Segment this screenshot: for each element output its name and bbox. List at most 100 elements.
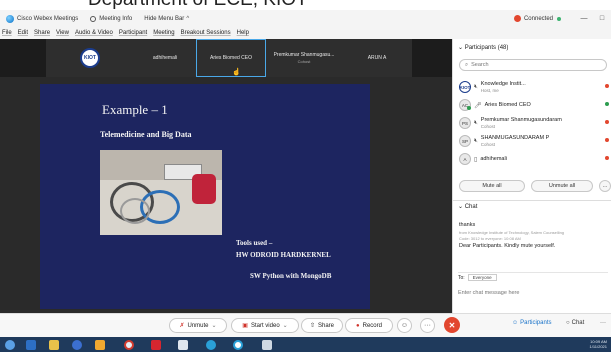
- smiley-icon: ☺: [400, 322, 409, 329]
- media-icon[interactable]: [72, 340, 82, 350]
- video-strip: KIOT adhihemali Aries Biomed CEO ☝ Premk…: [0, 39, 452, 77]
- hide-menu-bar-button[interactable]: Hide Menu Bar ^: [144, 16, 189, 22]
- paint-icon[interactable]: [262, 340, 272, 350]
- window-titlebar: Cisco Webex Meetings Meeting Info Hide M…: [0, 10, 611, 27]
- menu-bar: File Edit Share View Audio & Video Parti…: [0, 27, 611, 39]
- minimize-button[interactable]: —: [575, 15, 593, 22]
- chrome-icon[interactable]: [124, 340, 134, 350]
- unmute-all-button[interactable]: Unmute all: [531, 180, 593, 192]
- menu-help[interactable]: Help: [237, 30, 249, 36]
- participant-row[interactable]: KIOT 🔇︎ Knowledge Instit... Host, me: [459, 78, 609, 96]
- chevron-up-icon: ^: [186, 15, 190, 22]
- participant-name: adhihemali: [480, 156, 507, 162]
- search-icon: ⌕: [465, 61, 469, 68]
- presentation-slide: Example – 1 Telemedicine and Big Data To…: [40, 84, 370, 309]
- panel-more-button[interactable]: ···: [600, 320, 606, 326]
- participant-row[interactable]: PS 🔇︎ Premkumar Shanmugasundaram Cohost: [459, 114, 609, 132]
- participant-search[interactable]: ⌕: [459, 59, 607, 71]
- webex-logo-icon: [6, 14, 14, 23]
- mute-all-button[interactable]: Mute all: [459, 180, 525, 192]
- people-icon: ☺: [512, 320, 519, 326]
- connection-status[interactable]: Connected: [513, 15, 561, 22]
- microphone-icon[interactable]: 🎤︎: [474, 102, 482, 109]
- video-tile[interactable]: adhihemali: [134, 39, 196, 77]
- participant-row[interactable]: AC 🎤︎ Aries Biomed CEO: [459, 96, 609, 114]
- record-button[interactable]: ● Record: [345, 318, 393, 333]
- participants-header[interactable]: ⌄ Participants (48): [458, 44, 508, 51]
- ie-icon[interactable]: [26, 340, 36, 350]
- chat-panel-button[interactable]: ○ Chat: [566, 320, 584, 326]
- chat-bubble-icon: ○: [566, 320, 570, 326]
- connected-status-icon: [513, 15, 521, 22]
- avatar: A: [459, 153, 471, 165]
- record-icon: ●: [356, 322, 360, 329]
- more-button[interactable]: ···: [420, 318, 435, 333]
- phone-icon[interactable]: ▯: [474, 156, 477, 163]
- slide-tools-label: Tools used –: [236, 239, 273, 247]
- system-clock[interactable]: 10:09 AM 1/11/2021: [590, 339, 608, 349]
- menu-share[interactable]: Share: [34, 30, 50, 36]
- mute-status-icon: [605, 84, 609, 88]
- status-dot-icon: [557, 16, 561, 21]
- app-icon[interactable]: [95, 340, 105, 350]
- participants-panel-button[interactable]: ☺ Participants: [512, 320, 552, 326]
- menu-audio-video[interactable]: Audio & Video: [75, 30, 113, 36]
- video-tile-active[interactable]: Aries Biomed CEO ☝: [196, 39, 266, 77]
- folder-icon[interactable]: [49, 340, 59, 350]
- video-tile-host[interactable]: KIOT: [46, 39, 134, 77]
- to-label: To:: [458, 274, 465, 281]
- chevron-down-icon: ⌄: [282, 323, 288, 329]
- chat-input[interactable]: [458, 287, 608, 299]
- microphone-muted-icon[interactable]: 🔇︎: [474, 138, 478, 145]
- more-options-button[interactable]: …: [599, 180, 611, 192]
- chat-message: thanks: [459, 222, 476, 228]
- recipient-select[interactable]: Everyone: [467, 274, 497, 281]
- menu-edit[interactable]: Edit: [18, 30, 28, 36]
- participant-row[interactable]: A ▯ adhihemali: [459, 150, 609, 168]
- participant-name: Premkumar Shanmugasundaram Cohost: [480, 117, 562, 129]
- microphone-muted-icon[interactable]: 🔇︎: [474, 84, 478, 91]
- menu-breakout-sessions[interactable]: Breakout Sessions: [181, 30, 231, 36]
- video-tile[interactable]: Premkumar Shanmugasu... Cohost: [266, 39, 342, 77]
- windows-taskbar: 10:09 AM 1/11/2021: [0, 337, 611, 352]
- slide-subtitle: Telemedicine and Big Data: [100, 130, 192, 139]
- start-icon[interactable]: [5, 340, 15, 350]
- video-tile[interactable]: ARUN A: [342, 39, 412, 77]
- video-off-icon: ▣: [242, 323, 248, 329]
- chat-message-meta: Code: 3012 to everyone: 10:08 AM: [459, 236, 521, 241]
- reactions-button[interactable]: ☺: [397, 318, 412, 333]
- mute-status-icon: [605, 156, 609, 160]
- chat-message: Dear Participants. Kindly mute yourself.: [459, 243, 556, 249]
- microphone-muted-icon[interactable]: 🔇︎: [474, 120, 478, 127]
- mute-status-icon: [605, 102, 609, 106]
- menu-view[interactable]: View: [56, 30, 69, 36]
- mouse-cursor-icon: ☝: [232, 69, 241, 76]
- meeting-info-button[interactable]: Meeting Info: [90, 15, 132, 22]
- restore-button[interactable]: □: [593, 15, 611, 22]
- microphone-muted-icon: ✗: [179, 323, 185, 329]
- chat-message-meta: from Knowledge Institute of Technology, …: [459, 230, 565, 235]
- menu-file[interactable]: File: [2, 30, 12, 36]
- avatar: PS: [459, 117, 471, 129]
- start-video-button[interactable]: ▣ Start video ⌄: [231, 318, 299, 333]
- opera-icon[interactable]: [151, 340, 161, 350]
- unmute-button[interactable]: ✗ Unmute ⌄: [169, 318, 227, 333]
- document-icon[interactable]: [178, 340, 188, 350]
- webex-taskbar-icon[interactable]: [206, 340, 216, 350]
- app-title: Cisco Webex Meetings: [6, 14, 78, 23]
- slide-title: Example – 1: [102, 102, 168, 117]
- search-input[interactable]: [471, 62, 592, 68]
- slide-hw-line: HW ODROID HARDKERNEL: [236, 251, 331, 259]
- menu-participant[interactable]: Participant: [119, 30, 147, 36]
- participant-row[interactable]: SP 🔇︎ SHANMUGASUNDARAM P Cohost: [459, 132, 609, 150]
- info-icon: [90, 15, 97, 22]
- chat-header[interactable]: ⌄ Chat: [458, 203, 477, 210]
- participant-name: SHANMUGASUNDARAM P Cohost: [480, 135, 550, 147]
- share-button[interactable]: ⇧ Share: [301, 318, 343, 333]
- menu-meeting[interactable]: Meeting: [153, 30, 174, 36]
- webex-meeting-icon[interactable]: [233, 340, 243, 350]
- leave-meeting-button[interactable]: ✕: [444, 317, 460, 333]
- participant-name: Aries Biomed CEO: [484, 102, 531, 108]
- slide-sw-line: SW Python with MongoDB: [250, 272, 332, 280]
- avatar: KIOT: [459, 81, 471, 93]
